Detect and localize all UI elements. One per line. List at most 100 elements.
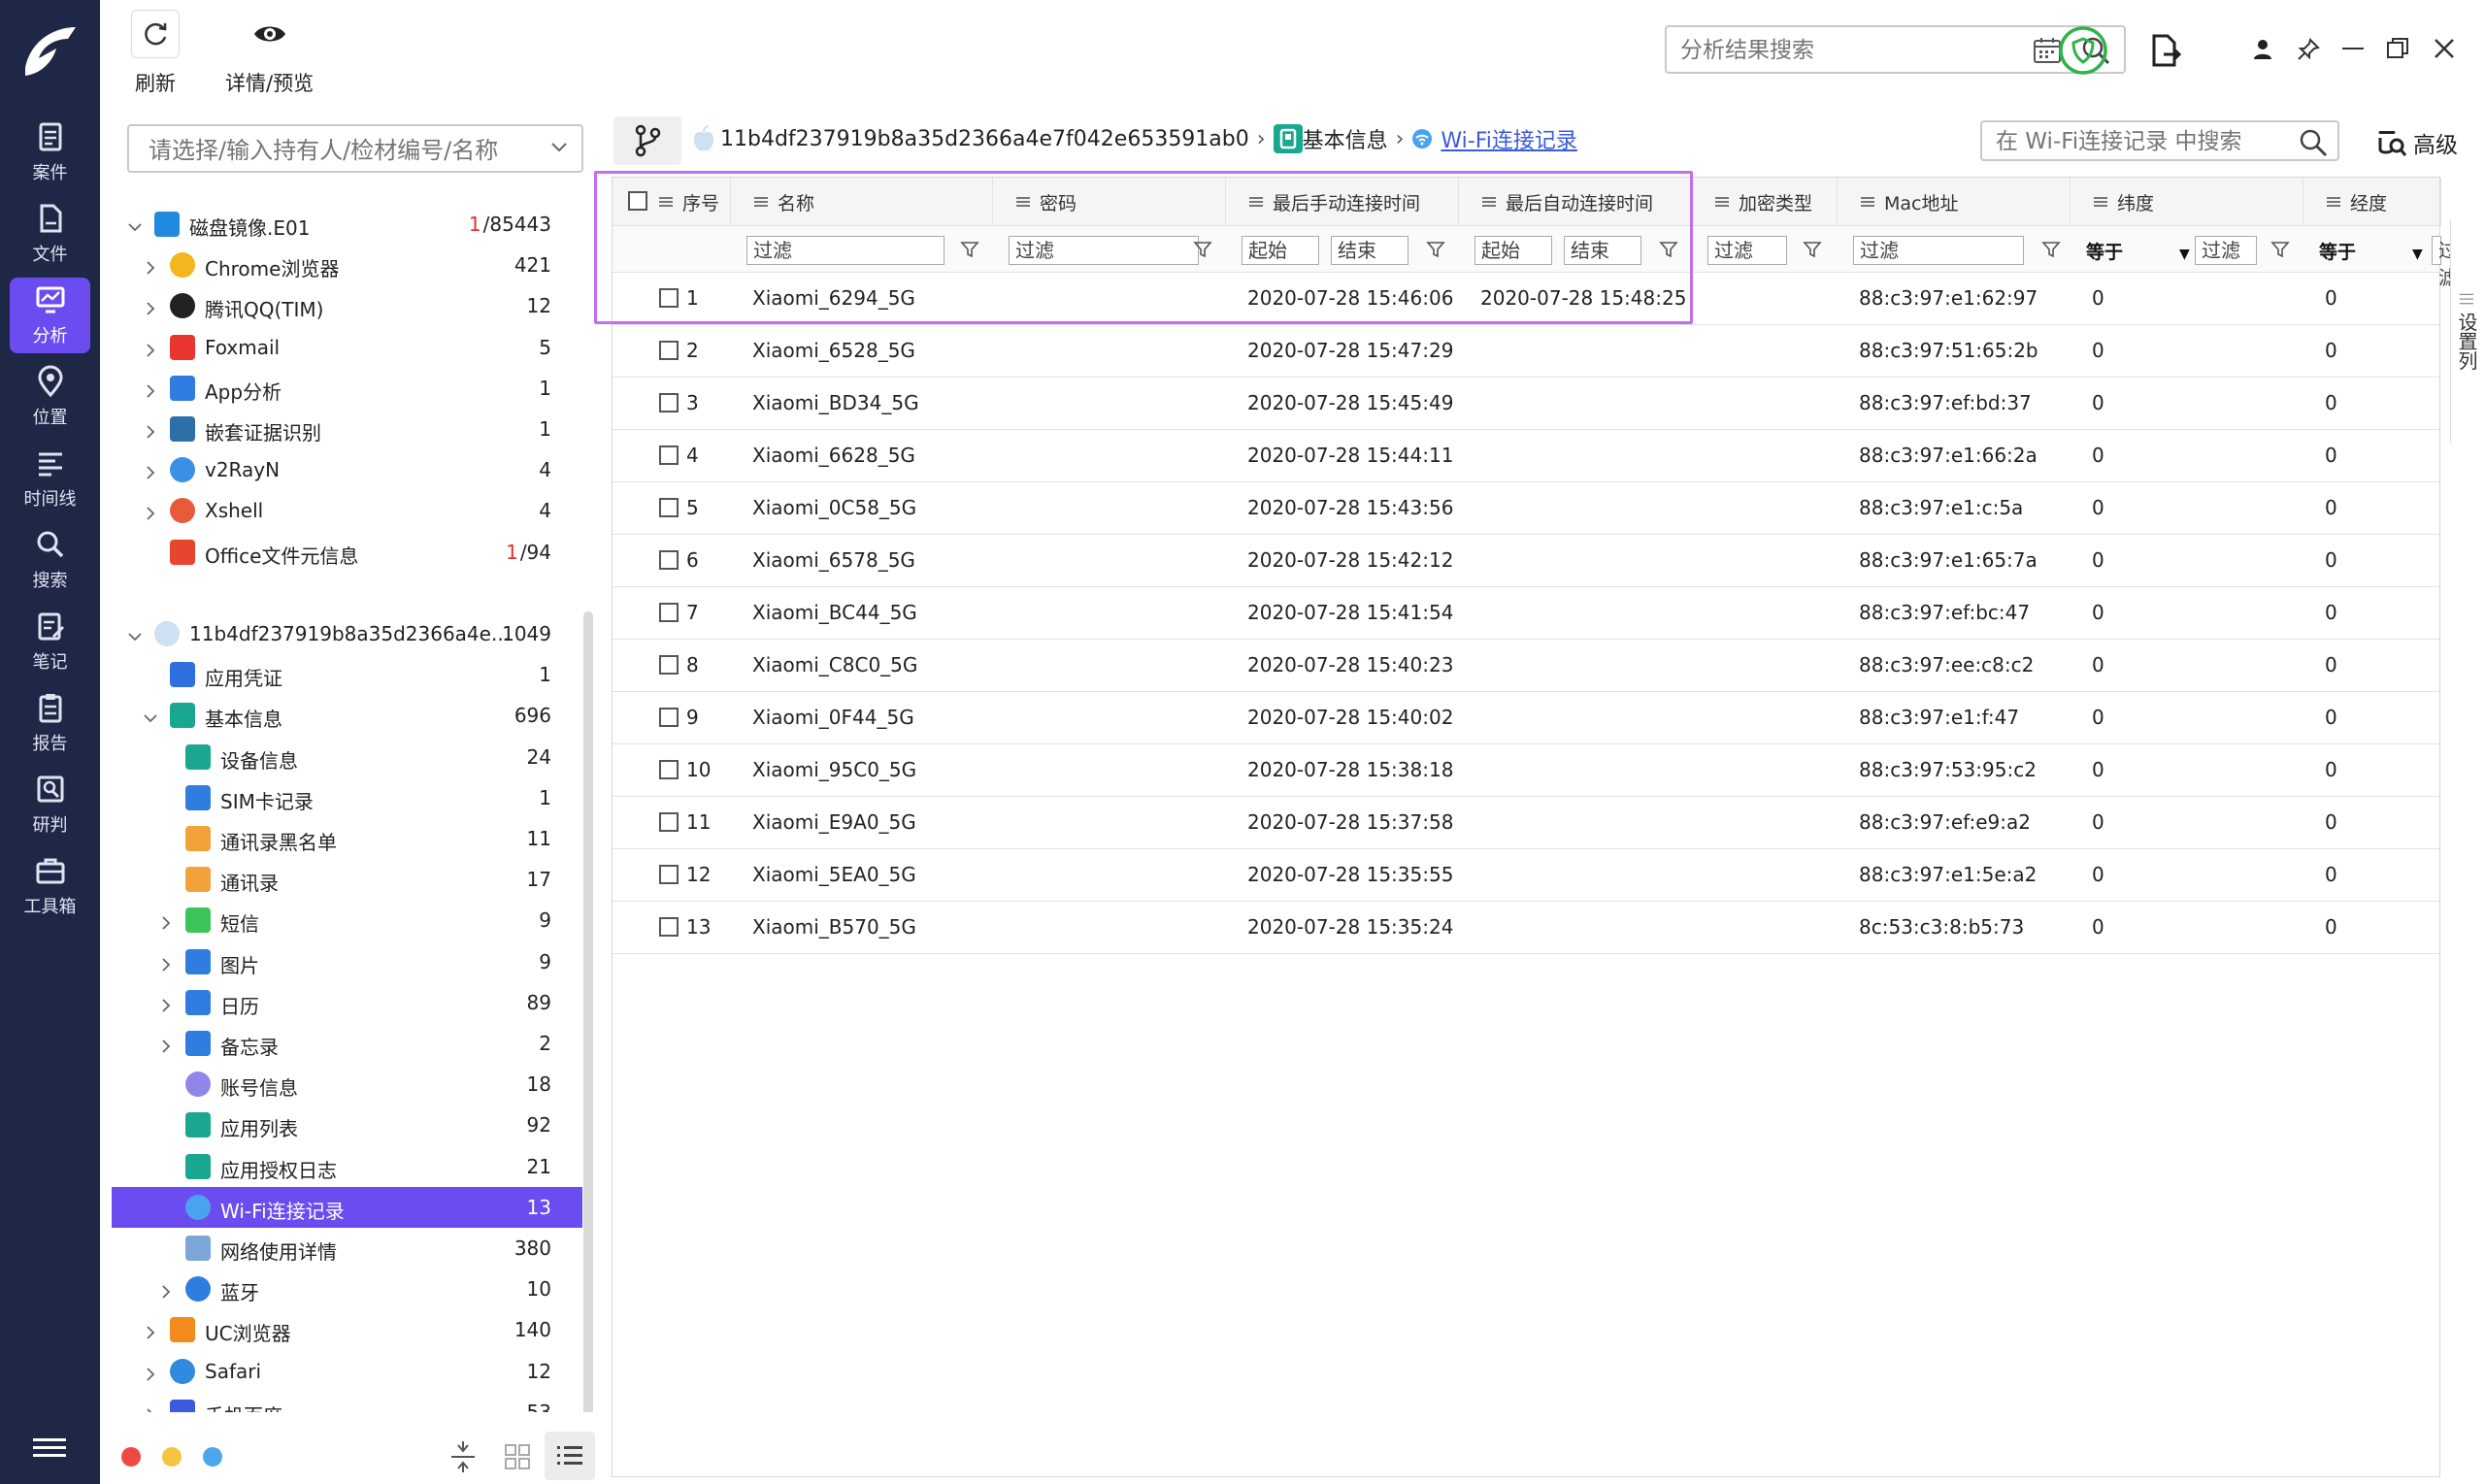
tree-scrollbar[interactable] (583, 611, 593, 1446)
filter-input[interactable]: 过滤 (2432, 236, 2458, 289)
tree-node[interactable]: 备忘录 2 (112, 1023, 582, 1064)
select-all-checkbox[interactable] (628, 191, 647, 211)
table-row[interactable]: 6 Xiaomi_6578_5G 2020-07-28 15:42:12 88:c3:… (613, 535, 2439, 587)
chevron-down-icon[interactable] (550, 142, 568, 153)
tree-node[interactable]: 磁盘镜像.E01 1/85443 (112, 204, 582, 245)
filter-input[interactable]: 结束 (1564, 236, 1641, 265)
column-header[interactable]: 序号 (613, 178, 731, 226)
breadcrumb-device[interactable]: 11b4df237919b8a35d2366a4e7f042e653591ab0 (720, 127, 1249, 151)
result-search-input[interactable] (1680, 36, 2010, 65)
filter-funnel-icon[interactable] (2041, 240, 2061, 259)
tree-node[interactable]: 账号信息 18 (112, 1064, 582, 1105)
chevron-right-icon[interactable] (158, 1281, 174, 1299)
breadcrumb-category[interactable]: 基本信息 (1303, 123, 1388, 154)
column-menu-icon[interactable] (1861, 197, 1874, 207)
column-menu-icon[interactable] (754, 197, 768, 207)
filter-input[interactable]: 过滤 (1853, 236, 2024, 265)
restore-icon[interactable] (2386, 37, 2409, 60)
hamburger-menu-icon[interactable] (33, 1436, 66, 1460)
tree-search-input[interactable] (149, 136, 537, 165)
column-header[interactable]: 密码 (993, 178, 1226, 226)
row-checkbox[interactable] (659, 550, 679, 570)
tree-node[interactable]: 设备信息 24 (112, 737, 582, 777)
column-header[interactable]: Mac地址 (1838, 178, 2071, 226)
yellow-dot-icon[interactable] (162, 1447, 182, 1467)
tree-node[interactable]: 通讯录黑名单 11 (112, 818, 582, 859)
close-icon[interactable] (2433, 37, 2456, 60)
filter-funnel-icon[interactable] (2270, 240, 2290, 259)
chevron-right-icon[interactable] (158, 912, 174, 930)
tree-node[interactable]: App分析 1 (112, 368, 582, 409)
tree-node[interactable]: 通讯录 17 (112, 859, 582, 900)
tree-node[interactable]: SIM卡记录 1 (112, 777, 582, 818)
filter-input[interactable]: 过滤 (746, 236, 944, 265)
column-header[interactable]: 加密类型 (1692, 178, 1838, 226)
tree-node[interactable]: 应用凭证 1 (112, 654, 582, 695)
table-row[interactable]: 3 Xiaomi_BD34_5G 2020-07-28 15:45:49 88:c3:… (613, 378, 2439, 430)
table-row[interactable]: 12 Xiaomi_5EA0_5G 2020-07-28 15:35:55 88:c3… (613, 849, 2439, 902)
filter-funnel-icon[interactable] (1659, 240, 1678, 259)
row-checkbox[interactable] (659, 341, 679, 360)
filter-input[interactable]: 结束 (1331, 236, 1408, 265)
tree-node[interactable]: Xshell 4 (112, 490, 582, 531)
column-settings-button[interactable]: ||| 设置列 (2450, 219, 2481, 443)
shield-status-icon[interactable] (2058, 25, 2108, 76)
pin-icon[interactable] (2296, 37, 2321, 62)
table-row[interactable]: 5 Xiaomi_0C58_5G 2020-07-28 15:43:56 88:c3:… (613, 482, 2439, 535)
tree-node[interactable]: 嵌套证据识别 1 (112, 409, 582, 449)
chevron-right-icon[interactable] (143, 1364, 158, 1381)
table-row[interactable]: 10 Xiaomi_95C0_5G 2020-07-28 15:38:18 88:c3… (613, 744, 2439, 797)
tree-node[interactable]: Foxmail 5 (112, 327, 582, 368)
column-header[interactable]: 最后手动连接时间 (1226, 178, 1459, 226)
nav-item-file[interactable]: 文件 (10, 196, 90, 272)
filter-operator-select[interactable]: 等于 ▼ (2319, 238, 2423, 264)
chevron-right-icon[interactable] (143, 462, 158, 479)
filter-funnel-icon[interactable] (960, 240, 979, 259)
chevron-right-icon[interactable] (143, 340, 158, 357)
chevron-down-icon[interactable] (127, 626, 143, 642)
row-checkbox[interactable] (659, 445, 679, 465)
table-row[interactable]: 8 Xiaomi_C8C0_5G 2020-07-28 15:40:23 88:c3:… (613, 640, 2439, 692)
row-checkbox[interactable] (659, 917, 679, 937)
table-row[interactable]: 4 Xiaomi_6628_5G 2020-07-28 15:44:11 88:c3:… (613, 430, 2439, 482)
tree-node[interactable]: Chrome浏览器 421 (112, 245, 582, 285)
blue-dot-icon[interactable] (203, 1447, 222, 1467)
nav-item-report[interactable]: 报告 (10, 685, 90, 761)
search-icon[interactable] (2299, 128, 2328, 157)
column-menu-icon[interactable] (2094, 197, 2107, 207)
nav-item-toolbox[interactable]: 工具箱 (10, 848, 90, 924)
filter-input[interactable]: 过滤 (2195, 236, 2257, 265)
chevron-right-icon[interactable] (158, 954, 174, 972)
column-header[interactable]: 经度 (2303, 178, 2441, 226)
column-menu-icon[interactable] (1016, 197, 1030, 207)
nav-item-analysis[interactable]: 分析 (10, 278, 90, 353)
row-checkbox[interactable] (659, 393, 679, 412)
row-checkbox[interactable] (659, 812, 679, 832)
filter-funnel-icon[interactable] (1803, 240, 1822, 259)
row-checkbox[interactable] (659, 603, 679, 622)
table-search-input[interactable] (1996, 127, 2287, 156)
chevron-right-icon[interactable] (143, 257, 158, 275)
nav-item-note[interactable]: 笔记 (10, 604, 90, 679)
list-view-button[interactable] (545, 1432, 595, 1480)
nav-item-timeline[interactable]: 时间线 (10, 441, 90, 516)
tree-node[interactable]: 短信 9 (112, 900, 582, 940)
nav-item-search[interactable]: 搜索 (10, 522, 90, 598)
chevron-right-icon[interactable] (143, 503, 158, 520)
row-checkbox[interactable] (659, 708, 679, 727)
filter-input[interactable]: 过滤 (1707, 236, 1787, 265)
column-menu-icon[interactable] (659, 197, 673, 207)
table-row[interactable]: 7 Xiaomi_BC44_5G 2020-07-28 15:41:54 88:c3:… (613, 587, 2439, 640)
chevron-right-icon[interactable] (143, 380, 158, 398)
tree-node[interactable]: UC浏览器 140 (112, 1309, 582, 1350)
tree-node[interactable]: 腾讯QQ(TIM) 12 (112, 285, 582, 326)
chevron-down-icon[interactable] (143, 708, 158, 723)
row-checkbox[interactable] (659, 760, 679, 779)
chevron-down-icon[interactable] (127, 216, 143, 232)
column-header[interactable]: 最后自动连接时间 (1459, 178, 1692, 226)
table-row[interactable]: 11 Xiaomi_E9A0_5G 2020-07-28 15:37:58 88:c3… (613, 797, 2439, 849)
chevron-right-icon[interactable] (143, 421, 158, 439)
preview-button[interactable]: 详情/预览 (225, 10, 314, 97)
refresh-button[interactable]: 刷新 (131, 10, 180, 97)
grid-view-icon[interactable] (500, 1439, 535, 1474)
